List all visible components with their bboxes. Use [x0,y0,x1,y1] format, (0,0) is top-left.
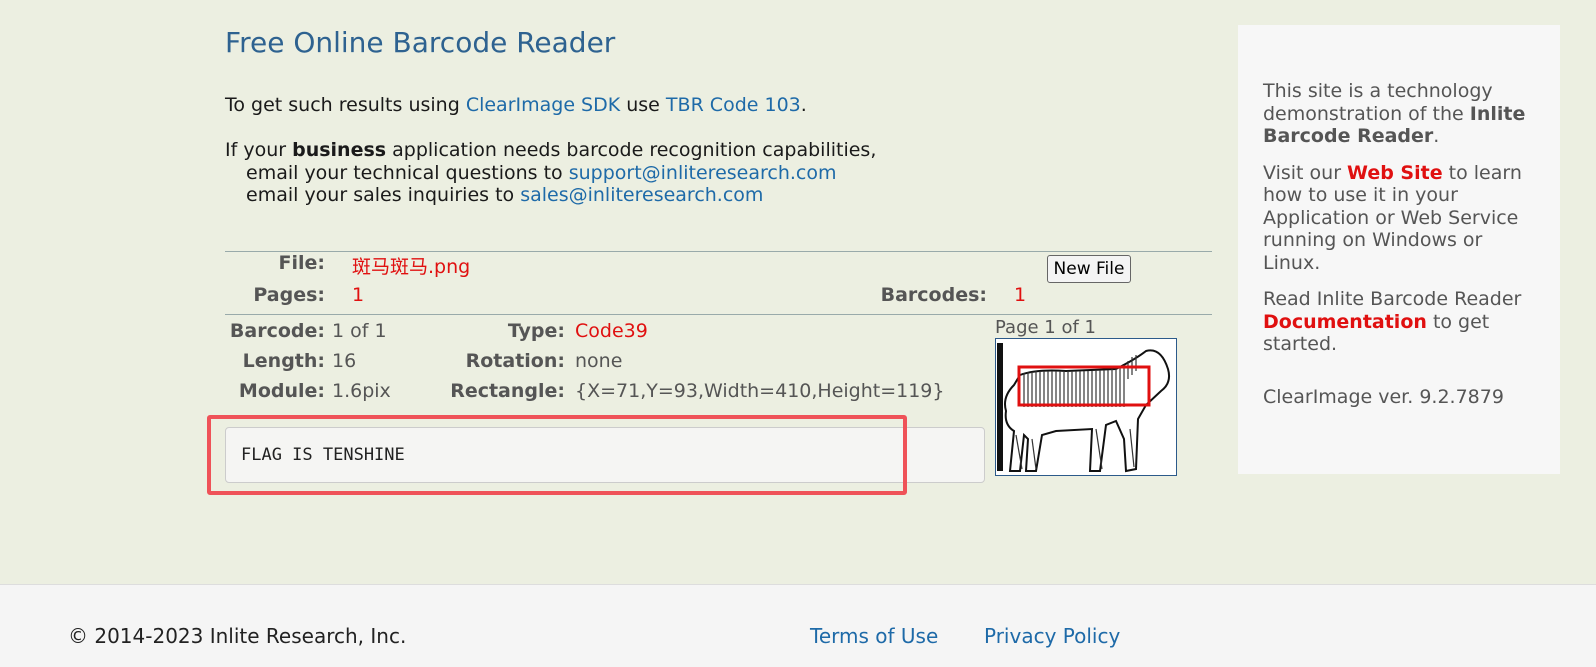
rotation-value: none [575,350,623,372]
copyright-text: © 2014-2023 Inlite Research, Inc. [68,624,407,648]
file-label: File: [278,252,326,274]
clearimage-sdk-link[interactable]: ClearImage SDK [466,94,620,116]
page-title: Free Online Barcode Reader [225,26,616,59]
intro-mid: use [620,94,666,116]
barcode-image-thumbnail[interactable] [995,338,1177,476]
intro-prefix: To get such results using [225,94,466,116]
sidebar-about-prefix: This site is a technology demonstration … [1263,80,1493,125]
terms-of-use-link[interactable]: Terms of Use [810,624,938,648]
sales-prefix: email your sales inquiries to [246,184,521,206]
pages-label: Pages: [253,284,325,306]
zebra-thumbnail-image [997,343,1171,473]
business-paragraph: If your business application needs barco… [225,139,876,207]
result-highlight-box [207,415,907,495]
page-indicator: Page 1 of 1 [995,317,1096,338]
rectangle-label: Rectangle: [450,380,565,402]
module-label: Module: [238,380,325,402]
type-value: Code39 [575,320,648,342]
file-name: 斑马斑马.png [352,256,471,278]
documentation-link[interactable]: Documentation [1263,311,1427,333]
rotation-label: Rotation: [465,350,565,372]
rectangle-value: {X=71,Y=93,Width=410,Height=119} [575,380,945,402]
sidebar-about-suffix: . [1433,125,1440,147]
privacy-policy-link[interactable]: Privacy Policy [984,624,1120,648]
sidebar-docs: Read Inlite Barcode Reader Documentation… [1263,288,1536,356]
sidebar-visit-prefix: Visit our [1263,161,1348,184]
barcode-value: 1 of 1 [332,320,387,342]
support-email-link[interactable]: support@inliteresearch.com [569,162,837,184]
length-value: 16 [332,350,357,372]
sidebar-visit: Visit our Web Site to learn how to use i… [1263,162,1536,275]
business-suffix: application needs barcode recognition ca… [386,139,877,161]
type-label: Type: [507,320,565,342]
new-file-button[interactable]: New File [1047,255,1131,283]
business-prefix: If your [225,139,293,161]
module-value: 1.6pix [332,380,391,402]
sidebar-docs-prefix: Read Inlite Barcode Reader [1263,288,1522,310]
intro-suffix: . [800,94,807,116]
version-text: ClearImage ver. 9.2.7879 [1263,385,1504,408]
sidebar-about: This site is a technology demonstration … [1263,80,1536,148]
tbr-code-link[interactable]: TBR Code 103 [666,94,801,116]
web-site-link[interactable]: Web Site [1347,162,1443,184]
intro-paragraph: To get such results using ClearImage SDK… [225,94,807,116]
barcodes-value: 1 [1014,284,1027,306]
barcodes-label: Barcodes: [880,284,987,306]
footer: © 2014-2023 Inlite Research, Inc. Terms … [0,584,1596,667]
tech-prefix: email your technical questions to [246,161,569,184]
length-label: Length: [242,350,325,372]
info-sidebar: This site is a technology demonstration … [1238,25,1560,474]
sales-email-link[interactable]: sales@inliteresearch.com [520,184,763,206]
pages-value: 1 [352,284,365,306]
divider-bottom [225,314,1212,315]
business-bold: business [292,139,387,161]
barcode-label: Barcode: [229,320,325,342]
